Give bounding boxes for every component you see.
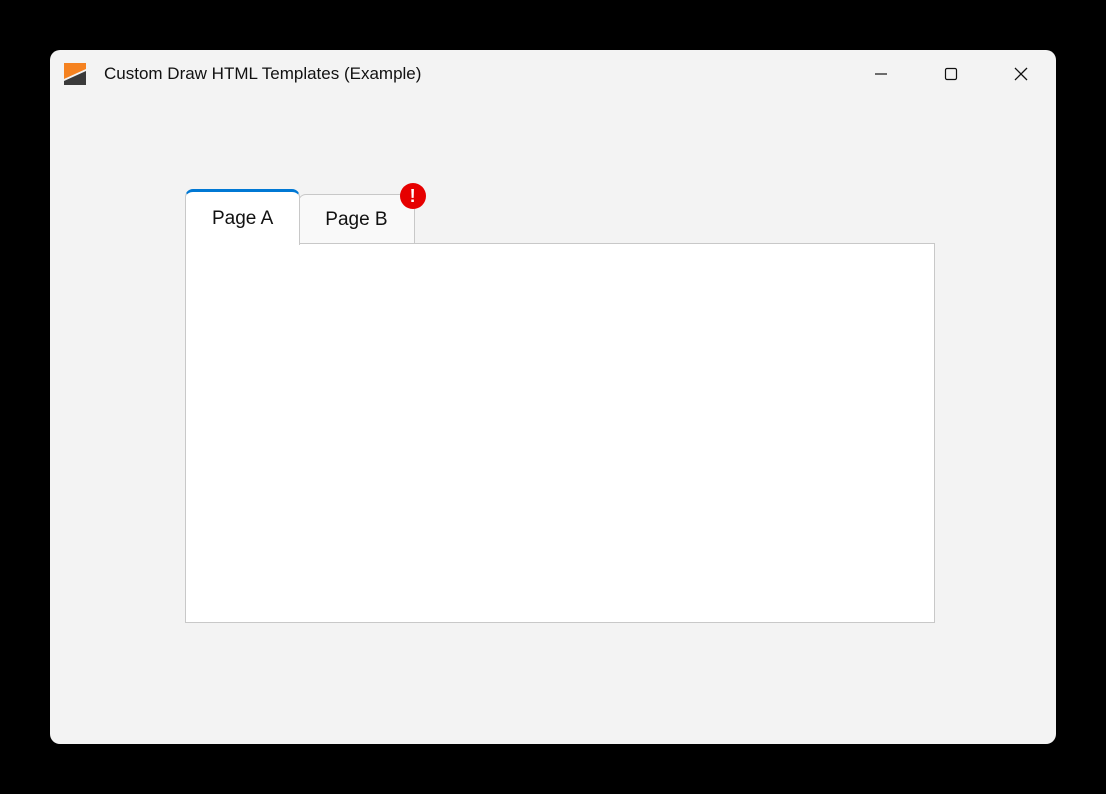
app-icon (64, 63, 86, 85)
tab-label: Page A (212, 208, 273, 230)
window-title: Custom Draw HTML Templates (Example) (104, 64, 421, 84)
tab-strip: Page A Page B ! (185, 188, 935, 244)
minimize-button[interactable] (846, 50, 916, 98)
tab-page-b[interactable]: Page B ! (298, 194, 414, 244)
close-button[interactable] (986, 50, 1056, 98)
tab-label: Page B (325, 209, 387, 231)
titlebar: Custom Draw HTML Templates (Example) (50, 50, 1056, 98)
maximize-button[interactable] (916, 50, 986, 98)
app-window: Custom Draw HTML Templates (Example) Pag… (50, 50, 1056, 744)
tab-page-content (185, 243, 935, 623)
tab-page-a[interactable]: Page A (185, 189, 300, 245)
window-controls (846, 50, 1056, 98)
client-area: Page A Page B ! (50, 98, 1056, 744)
alert-badge-icon: ! (400, 183, 426, 209)
tab-control: Page A Page B ! (185, 188, 935, 623)
